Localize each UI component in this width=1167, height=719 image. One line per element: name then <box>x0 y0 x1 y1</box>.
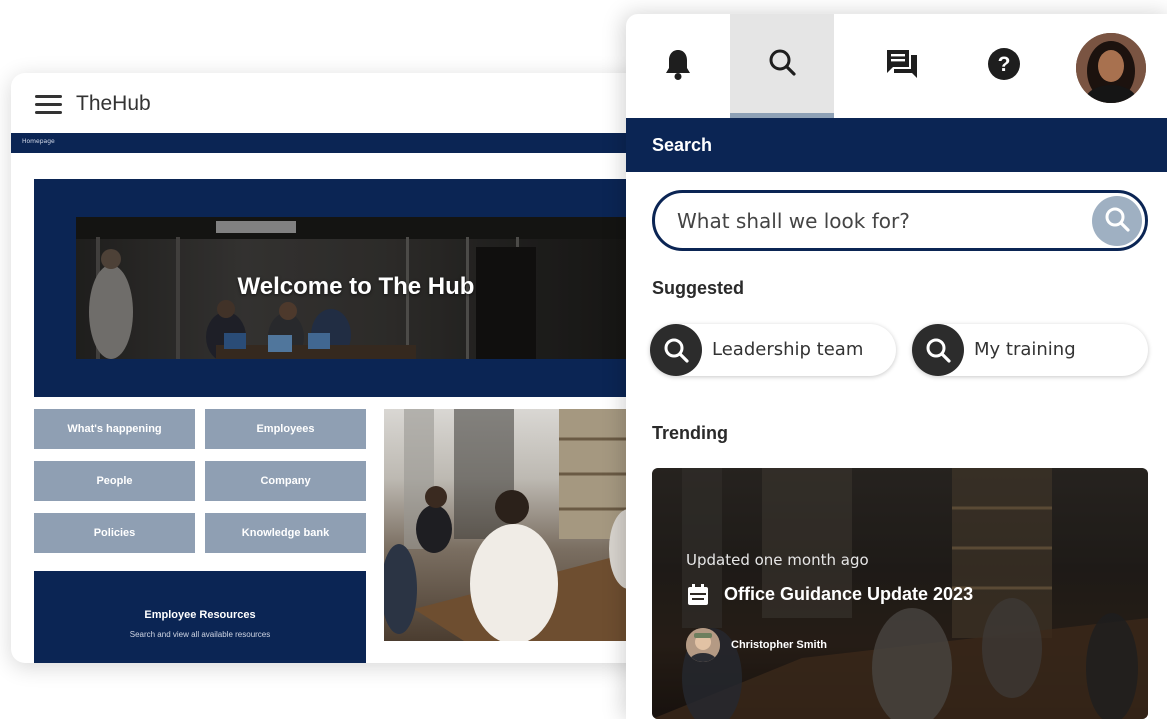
search-input[interactable] <box>675 203 1075 238</box>
suggestion-leadership-team[interactable]: Leadership team <box>650 324 896 376</box>
top-toolbar: ? <box>626 14 1167 118</box>
search-header-bar: Search <box>626 118 1167 172</box>
employee-resources-card[interactable]: Employee Resources Search and view all a… <box>34 571 366 663</box>
search-icon <box>768 48 796 80</box>
tile-company[interactable]: Company <box>205 461 366 501</box>
tile-policies[interactable]: Policies <box>34 513 195 553</box>
resources-title: Employee Resources <box>144 609 256 621</box>
search-submit-button[interactable] <box>1092 196 1142 246</box>
messages-button[interactable] <box>850 14 954 118</box>
tile-whats-happening[interactable]: What's happening <box>34 409 195 449</box>
meeting-photo <box>384 409 644 641</box>
chat-icon <box>886 49 918 83</box>
bell-icon <box>664 48 692 84</box>
search-tab-button[interactable] <box>730 14 834 118</box>
hub-window: TheHub Homepage Welcome to The Hub What'… <box>11 73 671 663</box>
search-icon <box>912 324 964 376</box>
banner-title: Welcome to The Hub <box>237 273 475 300</box>
author-avatar <box>686 628 720 662</box>
suggestion-label: My training <box>974 339 1076 360</box>
article-author: Christopher Smith <box>731 639 827 651</box>
suggestion-my-training[interactable]: My training <box>912 324 1148 376</box>
calendar-icon <box>686 583 710 611</box>
trending-article-card[interactable]: Updated one month ago Office Guidance Up… <box>652 468 1148 719</box>
search-icon <box>650 324 702 376</box>
article-title: Office Guidance Update 2023 <box>724 584 974 604</box>
breadcrumb-homepage[interactable]: Homepage <box>22 138 55 145</box>
tile-employees[interactable]: Employees <box>205 409 366 449</box>
search-box <box>652 190 1148 251</box>
search-icon <box>1104 206 1130 236</box>
article-updated-text: Updated one month ago <box>686 551 869 569</box>
welcome-banner: Welcome to The Hub <box>34 179 644 397</box>
help-button[interactable]: ? <box>952 14 1056 118</box>
search-panel: ? Search Suggested Leadership team My tr… <box>626 14 1167 719</box>
tile-knowledge-bank[interactable]: Knowledge bank <box>205 513 366 553</box>
notifications-button[interactable] <box>626 14 730 118</box>
app-title: TheHub <box>76 92 151 115</box>
svg-text:?: ? <box>998 53 1011 76</box>
hamburger-menu-icon[interactable] <box>35 95 62 114</box>
hub-header: TheHub <box>11 73 671 133</box>
user-avatar[interactable] <box>1076 33 1146 103</box>
resources-subtitle: Search and view all available resources <box>129 630 271 639</box>
office-banner-image: Welcome to The Hub <box>76 217 636 359</box>
suggested-label: Suggested <box>652 278 745 298</box>
suggestion-label: Leadership team <box>712 339 864 360</box>
tile-people[interactable]: People <box>34 461 195 501</box>
trending-label: Trending <box>652 423 728 443</box>
search-title: Search <box>652 135 713 155</box>
breadcrumb-bar: Homepage <box>11 133 671 153</box>
help-icon: ? <box>987 47 1021 85</box>
